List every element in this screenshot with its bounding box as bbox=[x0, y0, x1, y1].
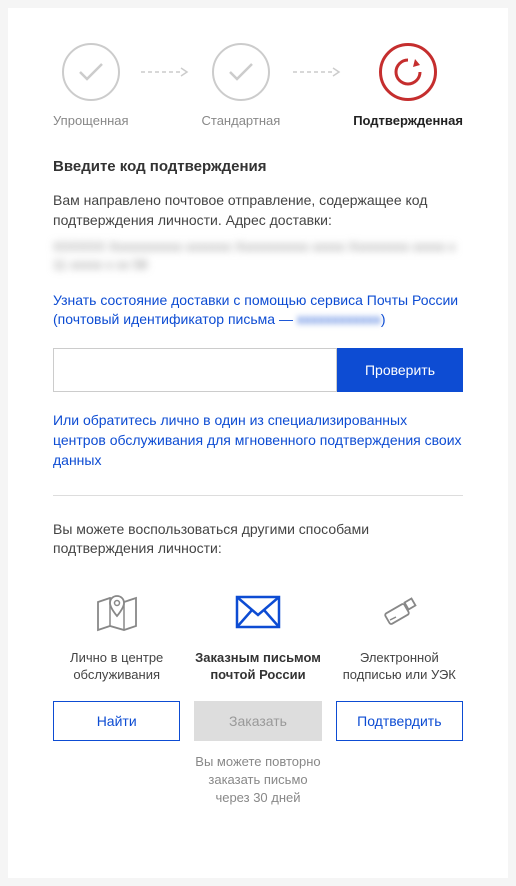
check-icon bbox=[62, 43, 120, 101]
order-button: Заказать bbox=[194, 701, 321, 741]
reload-icon bbox=[379, 43, 437, 101]
verification-card: Упрощенная Стандартная Подтвержденная Вв… bbox=[8, 8, 508, 878]
method-center: Лично в центре обслуживания Найти bbox=[53, 587, 180, 808]
reorder-note: Вы можете повторно заказать письмо через… bbox=[194, 753, 321, 808]
check-button[interactable]: Проверить bbox=[337, 348, 463, 392]
page-title: Введите код подтверждения bbox=[53, 158, 463, 175]
tracking-id-hidden: xxxxxxxxxxxx bbox=[297, 311, 381, 327]
arrow-icon bbox=[293, 66, 341, 78]
step-label: Стандартная bbox=[202, 113, 281, 128]
address-hidden: XXXXXX Xxxxxxxxxxx xxxxxxx Xxxxxxxxxxx x… bbox=[53, 238, 463, 274]
step-simplified: Упрощенная bbox=[53, 43, 129, 128]
method-label: Лично в центре обслуживания bbox=[53, 649, 180, 687]
step-label: Подтвержденная bbox=[353, 113, 463, 128]
description-text: Вам направлено почтовое отправление, сод… bbox=[53, 191, 463, 230]
other-methods-title: Вы можете воспользоваться другими способ… bbox=[53, 520, 463, 559]
map-pin-icon bbox=[94, 587, 140, 637]
step-confirmed: Подтвержденная bbox=[353, 43, 463, 128]
service-center-link[interactable]: Или обратитесь лично в один из специализ… bbox=[53, 410, 463, 471]
method-label: Электронной подписью или УЭК bbox=[336, 649, 463, 687]
methods-row: Лично в центре обслуживания Найти Заказн… bbox=[53, 587, 463, 808]
confirm-button[interactable]: Подтвердить bbox=[336, 701, 463, 741]
delivery-status-link[interactable]: Узнать состояние доставки с помощью серв… bbox=[53, 291, 463, 330]
check-icon bbox=[212, 43, 270, 101]
method-signature: Электронной подписью или УЭК Подтвердить bbox=[336, 587, 463, 808]
link-text: Узнать состояние доставки с помощью серв… bbox=[53, 292, 458, 328]
envelope-icon bbox=[235, 587, 281, 637]
usb-key-icon bbox=[376, 587, 422, 637]
divider bbox=[53, 495, 463, 496]
find-button[interactable]: Найти bbox=[53, 701, 180, 741]
method-label: Заказным письмом почтой России bbox=[194, 649, 321, 687]
step-standard: Стандартная bbox=[202, 43, 281, 128]
link-text-end: ) bbox=[381, 311, 386, 327]
confirmation-code-input[interactable] bbox=[53, 348, 337, 392]
step-label: Упрощенная bbox=[53, 113, 129, 128]
arrow-icon bbox=[141, 66, 189, 78]
code-input-row: Проверить bbox=[53, 348, 463, 392]
steps-progress: Упрощенная Стандартная Подтвержденная bbox=[53, 43, 463, 128]
method-mail: Заказным письмом почтой России Заказать … bbox=[194, 587, 321, 808]
